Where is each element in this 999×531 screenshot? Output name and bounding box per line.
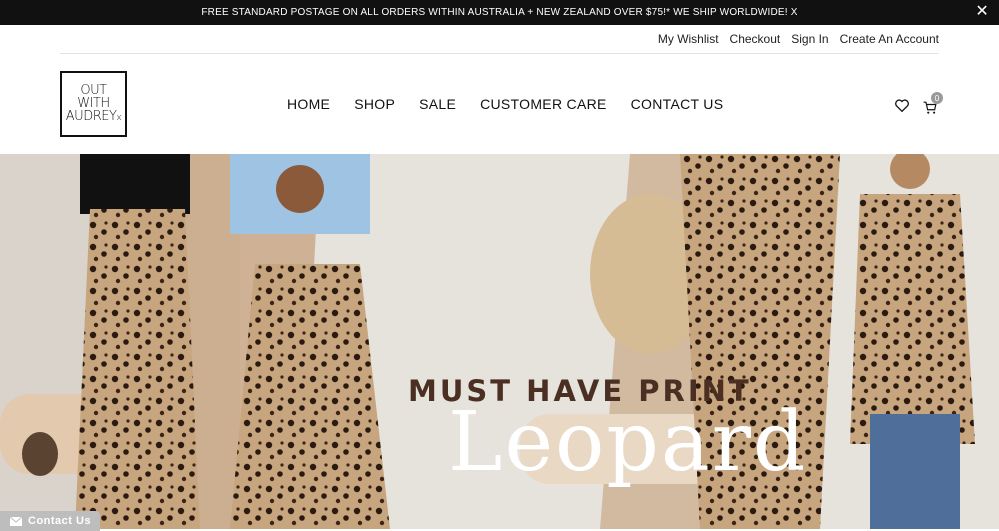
cart-button[interactable]: 0 — [923, 92, 943, 115]
logo-line-1: OUT — [80, 82, 107, 98]
create-account-link[interactable]: Create An Account — [840, 32, 939, 46]
site-header: OUT WITH AUDREYx HOME SHOP SALE CUSTOMER… — [0, 55, 999, 154]
cart-count-badge: 0 — [931, 92, 943, 104]
logo[interactable]: OUT WITH AUDREYx — [60, 71, 127, 137]
logo-line-3: AUDREYx — [65, 108, 122, 124]
contact-us-tab[interactable]: Contact Us — [0, 511, 100, 531]
nav-customer-care[interactable]: CUSTOMER CARE — [480, 96, 607, 112]
hero-title: Leopard — [448, 395, 808, 490]
sign-in-link[interactable]: Sign In — [791, 32, 828, 46]
nav-shop[interactable]: SHOP — [354, 96, 395, 112]
envelope-icon — [10, 516, 22, 526]
heart-icon[interactable] — [895, 99, 909, 117]
announcement-bar: FREE STANDARD POSTAGE ON ALL ORDERS WITH… — [0, 0, 999, 25]
header-icons: 0 — [895, 92, 943, 117]
nav-home[interactable]: HOME — [287, 96, 330, 112]
announcement-text: FREE STANDARD POSTAGE ON ALL ORDERS WITH… — [201, 7, 798, 18]
nav-contact-us[interactable]: CONTACT US — [631, 96, 724, 112]
contact-us-label: Contact Us — [28, 515, 92, 527]
close-icon[interactable]: ✕ — [975, 3, 989, 21]
checkout-link[interactable]: Checkout — [730, 32, 781, 46]
main-nav: HOME SHOP SALE CUSTOMER CARE CONTACT US — [287, 96, 723, 112]
account-bar: My Wishlist Checkout Sign In Create An A… — [60, 25, 939, 54]
hero-banner[interactable]: MUST HAVE PRINT Leopard — [0, 154, 999, 529]
nav-sale[interactable]: SALE — [419, 96, 456, 112]
wishlist-link[interactable]: My Wishlist — [658, 32, 719, 46]
